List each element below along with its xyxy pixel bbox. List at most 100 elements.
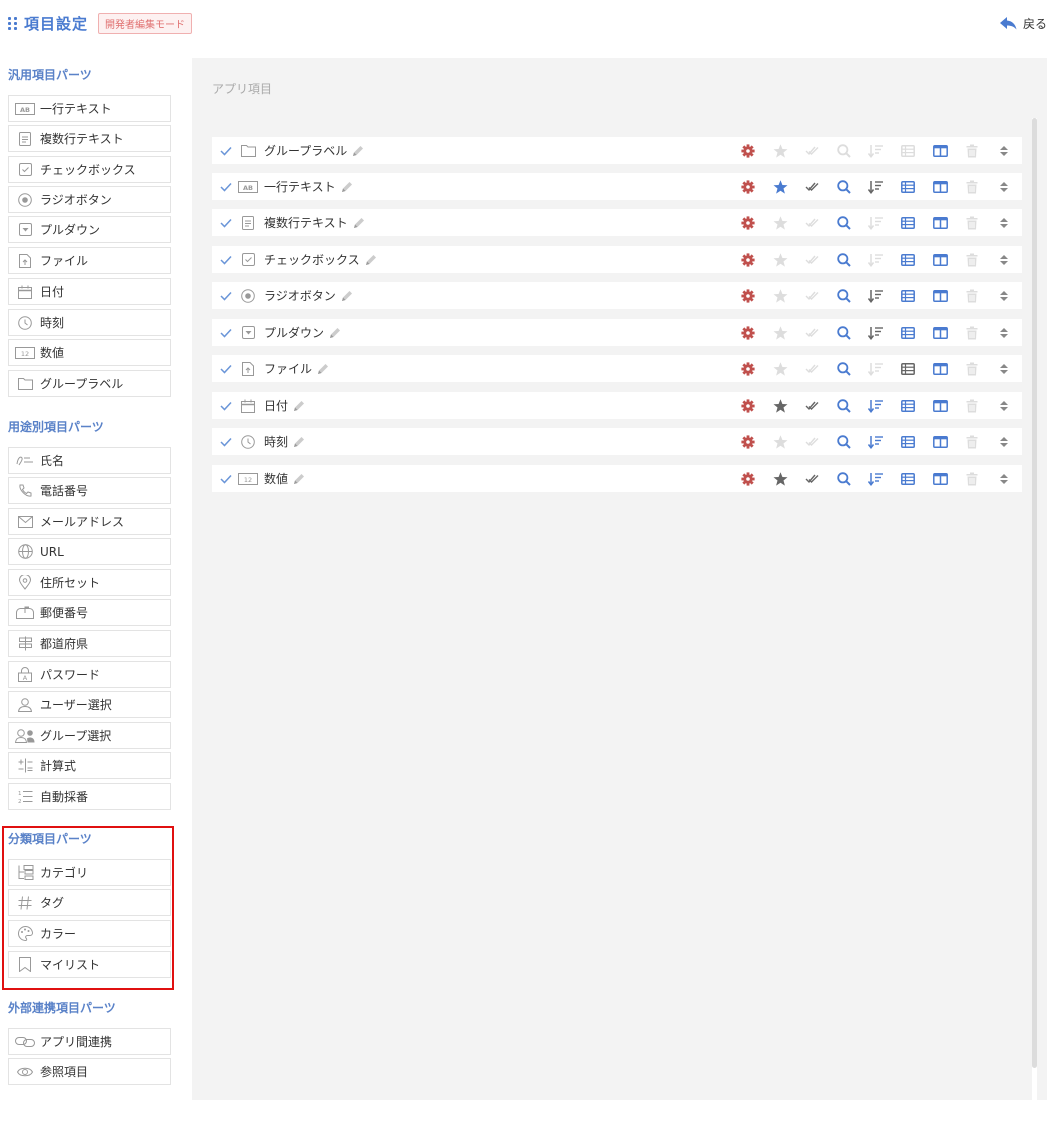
reorder-icon[interactable] (988, 355, 1020, 382)
list-icon[interactable] (892, 392, 924, 419)
part-item[interactable]: プルダウン (8, 216, 171, 243)
part-item[interactable]: 都道府県 (8, 630, 171, 657)
part-item[interactable]: 12 数値 (8, 339, 171, 366)
gear-icon[interactable] (732, 392, 764, 419)
list-icon[interactable] (892, 465, 924, 492)
search-icon[interactable] (828, 137, 860, 164)
sort-icon[interactable] (860, 137, 892, 164)
part-item[interactable]: 郵便番号 (8, 599, 171, 626)
part-item[interactable]: 1 2 自動採番 (8, 783, 171, 810)
reorder-icon[interactable] (988, 428, 1020, 455)
field-row[interactable]: プルダウン (212, 319, 1022, 346)
back-button[interactable]: 戻る (999, 15, 1047, 32)
reorder-icon[interactable] (988, 282, 1020, 309)
list-icon[interactable] (892, 319, 924, 346)
part-item[interactable]: タグ (8, 889, 171, 916)
gear-icon[interactable] (732, 319, 764, 346)
reorder-icon[interactable] (988, 319, 1020, 346)
pencil-icon[interactable] (328, 326, 342, 340)
star-icon[interactable] (764, 319, 796, 346)
star-icon[interactable] (764, 173, 796, 200)
trash-icon[interactable] (956, 319, 988, 346)
list-icon[interactable] (892, 428, 924, 455)
reorder-icon[interactable] (988, 465, 1020, 492)
star-icon[interactable] (764, 137, 796, 164)
reorder-icon[interactable] (988, 137, 1020, 164)
sort-icon[interactable] (860, 355, 892, 382)
search-icon[interactable] (828, 355, 860, 382)
trash-icon[interactable] (956, 173, 988, 200)
field-row[interactable]: 複数行テキスト (212, 209, 1022, 236)
part-item[interactable]: グループ選択 (8, 722, 171, 749)
double-check-icon[interactable] (796, 209, 828, 236)
search-icon[interactable] (828, 465, 860, 492)
part-item[interactable]: ラジオボタン (8, 186, 171, 213)
part-item[interactable]: 氏名 (8, 447, 171, 474)
part-item[interactable]: アプリ間連携 (8, 1028, 171, 1055)
gear-icon[interactable] (732, 355, 764, 382)
gear-icon[interactable] (732, 428, 764, 455)
trash-icon[interactable] (956, 282, 988, 309)
gear-icon[interactable] (732, 209, 764, 236)
columns-icon[interactable] (924, 392, 956, 419)
star-icon[interactable] (764, 209, 796, 236)
double-check-icon[interactable] (796, 173, 828, 200)
search-icon[interactable] (828, 246, 860, 273)
search-icon[interactable] (828, 428, 860, 455)
columns-icon[interactable] (924, 465, 956, 492)
part-item[interactable]: カテゴリ (8, 859, 171, 886)
reorder-icon[interactable] (988, 392, 1020, 419)
field-row[interactable]: グループラベル (212, 137, 1022, 164)
sort-icon[interactable] (860, 319, 892, 346)
part-item[interactable]: URL (8, 538, 171, 565)
star-icon[interactable] (764, 355, 796, 382)
trash-icon[interactable] (956, 137, 988, 164)
trash-icon[interactable] (956, 355, 988, 382)
list-icon[interactable] (892, 137, 924, 164)
search-icon[interactable] (828, 209, 860, 236)
double-check-icon[interactable] (796, 319, 828, 346)
sort-icon[interactable] (860, 465, 892, 492)
gear-icon[interactable] (732, 173, 764, 200)
double-check-icon[interactable] (796, 246, 828, 273)
star-icon[interactable] (764, 428, 796, 455)
star-icon[interactable] (764, 392, 796, 419)
sort-icon[interactable] (860, 392, 892, 419)
double-check-icon[interactable] (796, 465, 828, 492)
search-icon[interactable] (828, 392, 860, 419)
double-check-icon[interactable] (796, 282, 828, 309)
field-row[interactable]: ラジオボタン (212, 282, 1022, 309)
trash-icon[interactable] (956, 428, 988, 455)
part-item[interactable]: 複数行テキスト (8, 125, 171, 152)
gear-icon[interactable] (732, 137, 764, 164)
columns-icon[interactable] (924, 319, 956, 346)
sort-icon[interactable] (860, 428, 892, 455)
part-item[interactable]: 住所セット (8, 569, 171, 596)
pencil-icon[interactable] (364, 253, 378, 267)
columns-icon[interactable] (924, 137, 956, 164)
list-icon[interactable] (892, 282, 924, 309)
search-icon[interactable] (828, 282, 860, 309)
part-item[interactable]: チェックボックス (8, 156, 171, 183)
part-item[interactable]: 日付 (8, 278, 171, 305)
list-icon[interactable] (892, 246, 924, 273)
reorder-icon[interactable] (988, 173, 1020, 200)
double-check-icon[interactable] (796, 137, 828, 164)
double-check-icon[interactable] (796, 428, 828, 455)
pencil-icon[interactable] (292, 472, 306, 486)
part-item[interactable]: カラー (8, 920, 171, 947)
trash-icon[interactable] (956, 465, 988, 492)
pencil-icon[interactable] (292, 435, 306, 449)
list-icon[interactable] (892, 173, 924, 200)
pencil-icon[interactable] (340, 180, 354, 194)
gear-icon[interactable] (732, 465, 764, 492)
trash-icon[interactable] (956, 209, 988, 236)
part-item[interactable]: メールアドレス (8, 508, 171, 535)
list-icon[interactable] (892, 209, 924, 236)
part-item[interactable]: 電話番号 (8, 477, 171, 504)
field-row[interactable]: 12 数値 (212, 465, 1022, 492)
sort-icon[interactable] (860, 209, 892, 236)
star-icon[interactable] (764, 282, 796, 309)
pencil-icon[interactable] (351, 144, 365, 158)
part-item[interactable]: 時刻 (8, 309, 171, 336)
